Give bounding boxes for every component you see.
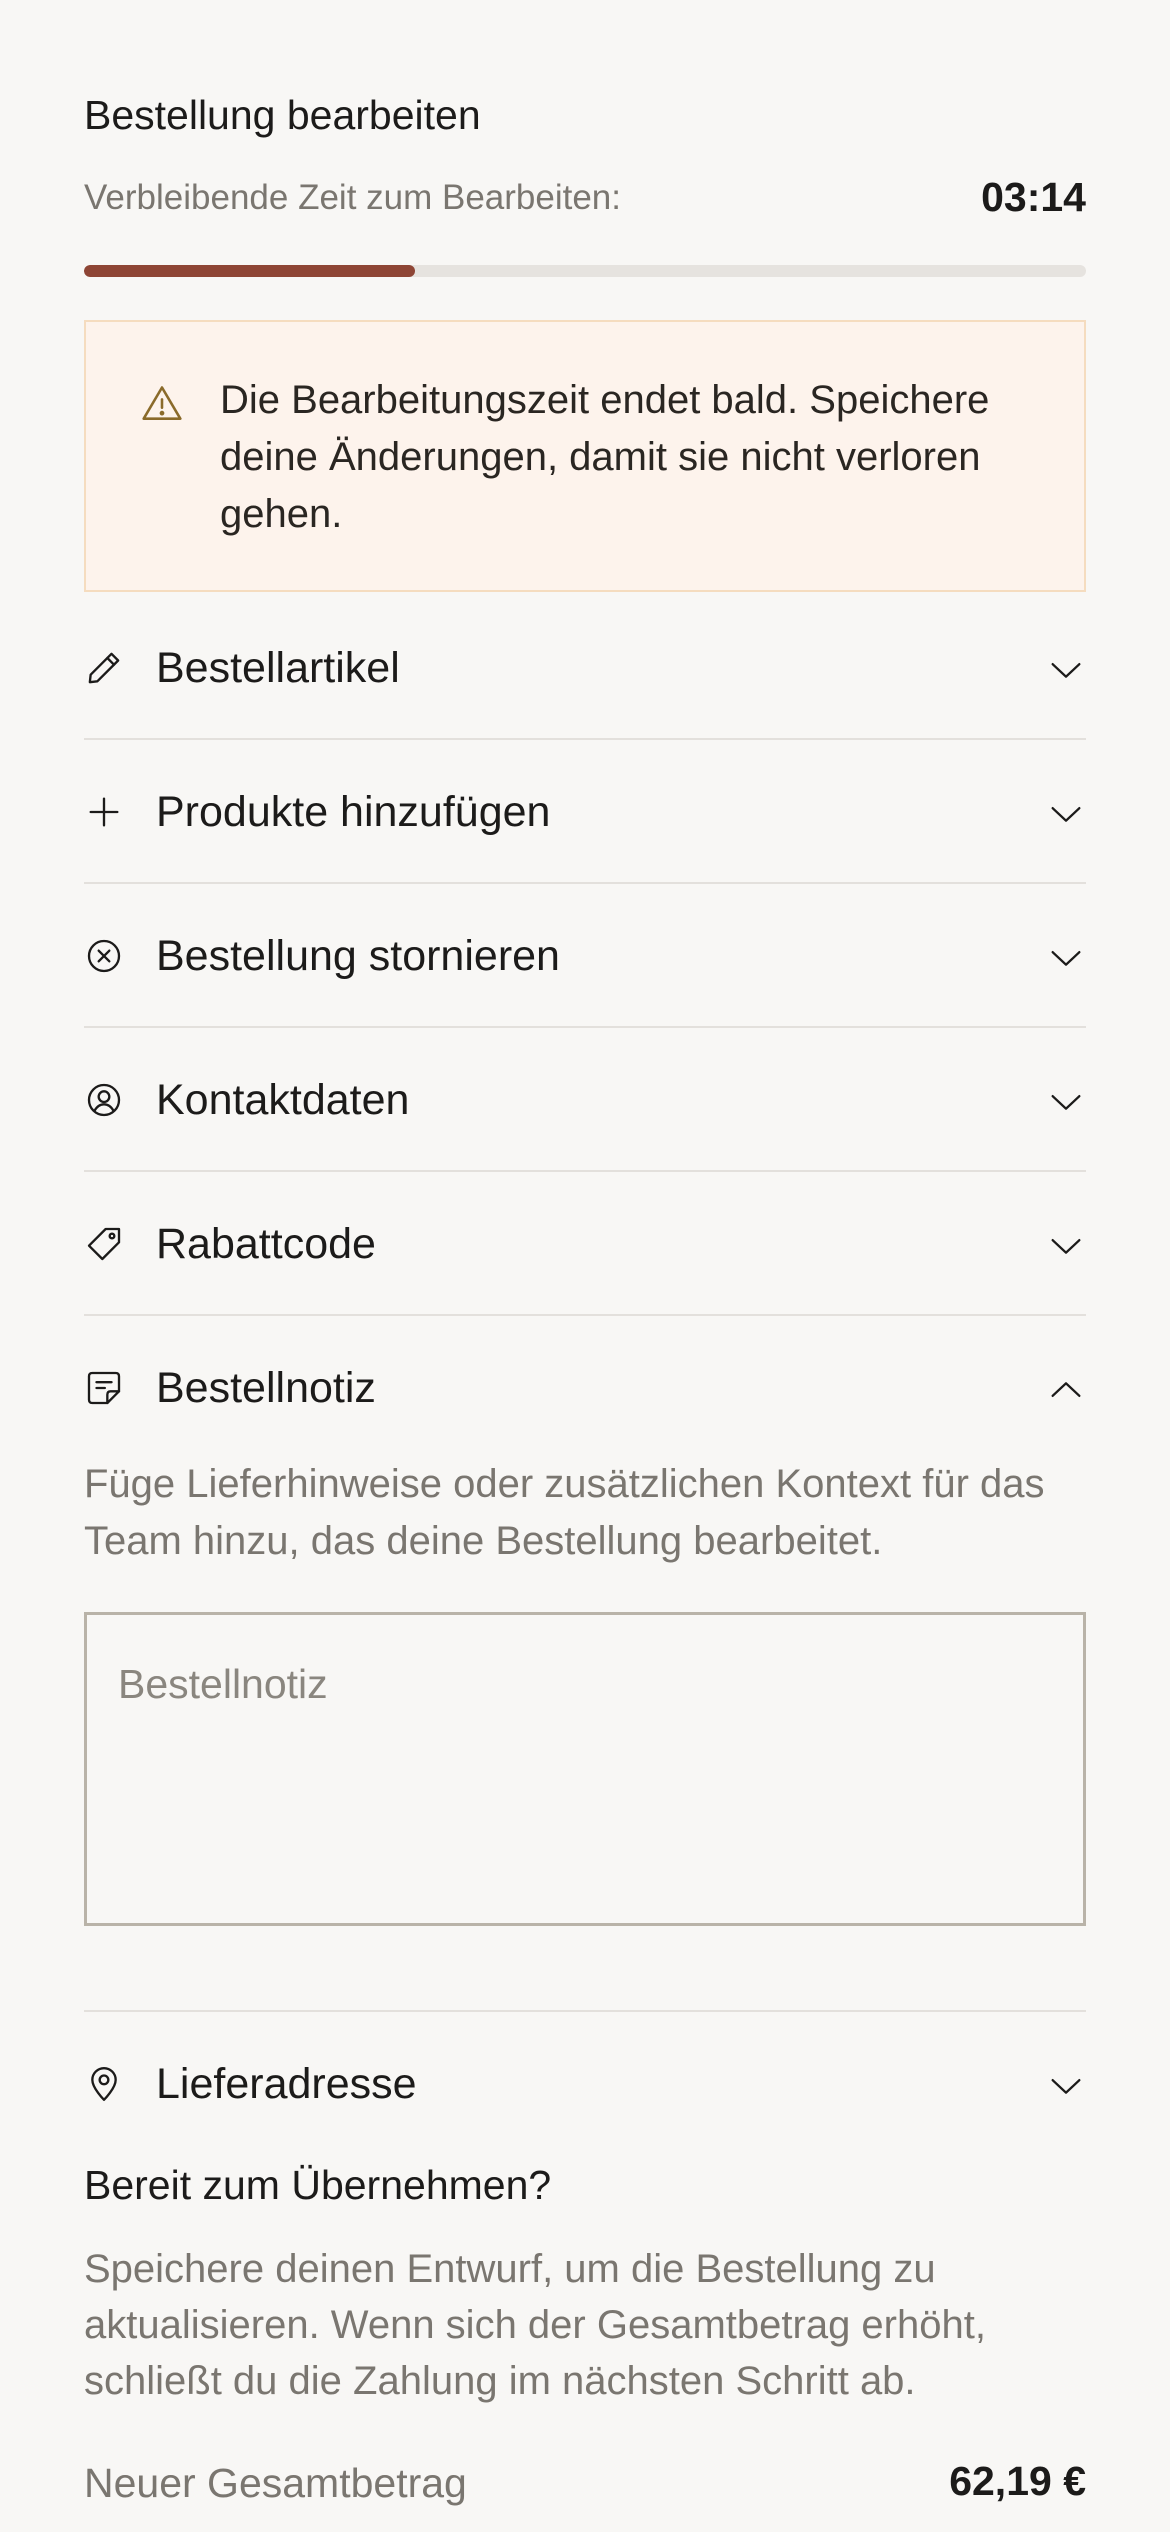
time-warning-banner: Die Bearbeitungszeit endet bald. Speiche… <box>84 320 1086 592</box>
plus-icon <box>84 792 124 832</box>
warning-triangle-icon <box>140 382 184 426</box>
section-label: Rabattcode <box>156 1220 376 1268</box>
section-label: Lieferadresse <box>156 2060 417 2108</box>
chevron-down-icon[interactable] <box>1046 1226 1086 1266</box>
chevron-down-icon[interactable] <box>1046 1082 1086 1122</box>
chevron-down-icon[interactable] <box>1046 794 1086 834</box>
total-label: Neuer Gesamtbetrag <box>84 2460 467 2506</box>
order-note-description: Füge Lieferhinweise oder zusätzlichen Ko… <box>84 1462 1045 1563</box>
chevron-down-icon[interactable] <box>1046 938 1086 978</box>
timer-label: Verbleibende Zeit zum Bearbeiten: <box>84 178 621 217</box>
warning-text: Die Bearbeitungszeit endet bald. Speiche… <box>220 378 990 536</box>
commit-description: Speichere deinen Entwurf, um die Bestell… <box>84 2247 986 2403</box>
new-total-row: Neuer Gesamtbetrag 62,19 € <box>84 2456 1086 2508</box>
user-circle-icon <box>84 1080 124 1120</box>
time-progress-bar <box>84 265 1086 277</box>
tag-icon <box>84 1224 124 1264</box>
section-label: Bestellnotiz <box>156 1364 376 1412</box>
section-order-note[interactable]: Bestellnotiz <box>84 1316 1086 1436</box>
section-add-products[interactable]: Produkte hinzufügen <box>84 740 1086 884</box>
section-label: Kontaktdaten <box>156 1076 410 1124</box>
chevron-down-icon[interactable] <box>1046 2066 1086 2106</box>
section-discount-code[interactable]: Rabattcode <box>84 1172 1086 1316</box>
chevron-down-icon[interactable] <box>1046 650 1086 690</box>
order-note-input[interactable] <box>84 1612 1086 1926</box>
section-label: Bestellartikel <box>156 644 400 692</box>
commit-title: Bereit zum Übernehmen? <box>84 2162 552 2208</box>
time-progress-fill <box>84 265 415 277</box>
section-contact-details[interactable]: Kontaktdaten <box>84 1028 1086 1172</box>
total-value: 62,19 € <box>949 2458 1086 2504</box>
section-delivery-address[interactable]: Lieferadresse <box>84 2012 1086 2132</box>
section-label: Produkte hinzufügen <box>156 788 551 836</box>
cancel-circle-icon <box>84 936 124 976</box>
page-title: Bestellung bearbeiten <box>84 92 481 138</box>
section-order-items[interactable]: Bestellartikel <box>84 596 1086 740</box>
location-pin-icon <box>84 2064 124 2104</box>
chevron-up-icon[interactable] <box>1046 1370 1086 1410</box>
pencil-icon <box>84 648 124 688</box>
section-cancel-order[interactable]: Bestellung stornieren <box>84 884 1086 1028</box>
note-icon <box>84 1368 124 1408</box>
timer-countdown: 03:14 <box>981 174 1086 220</box>
section-label: Bestellung stornieren <box>156 932 560 980</box>
edit-timer: Verbleibende Zeit zum Bearbeiten: 03:14 <box>84 172 1086 222</box>
